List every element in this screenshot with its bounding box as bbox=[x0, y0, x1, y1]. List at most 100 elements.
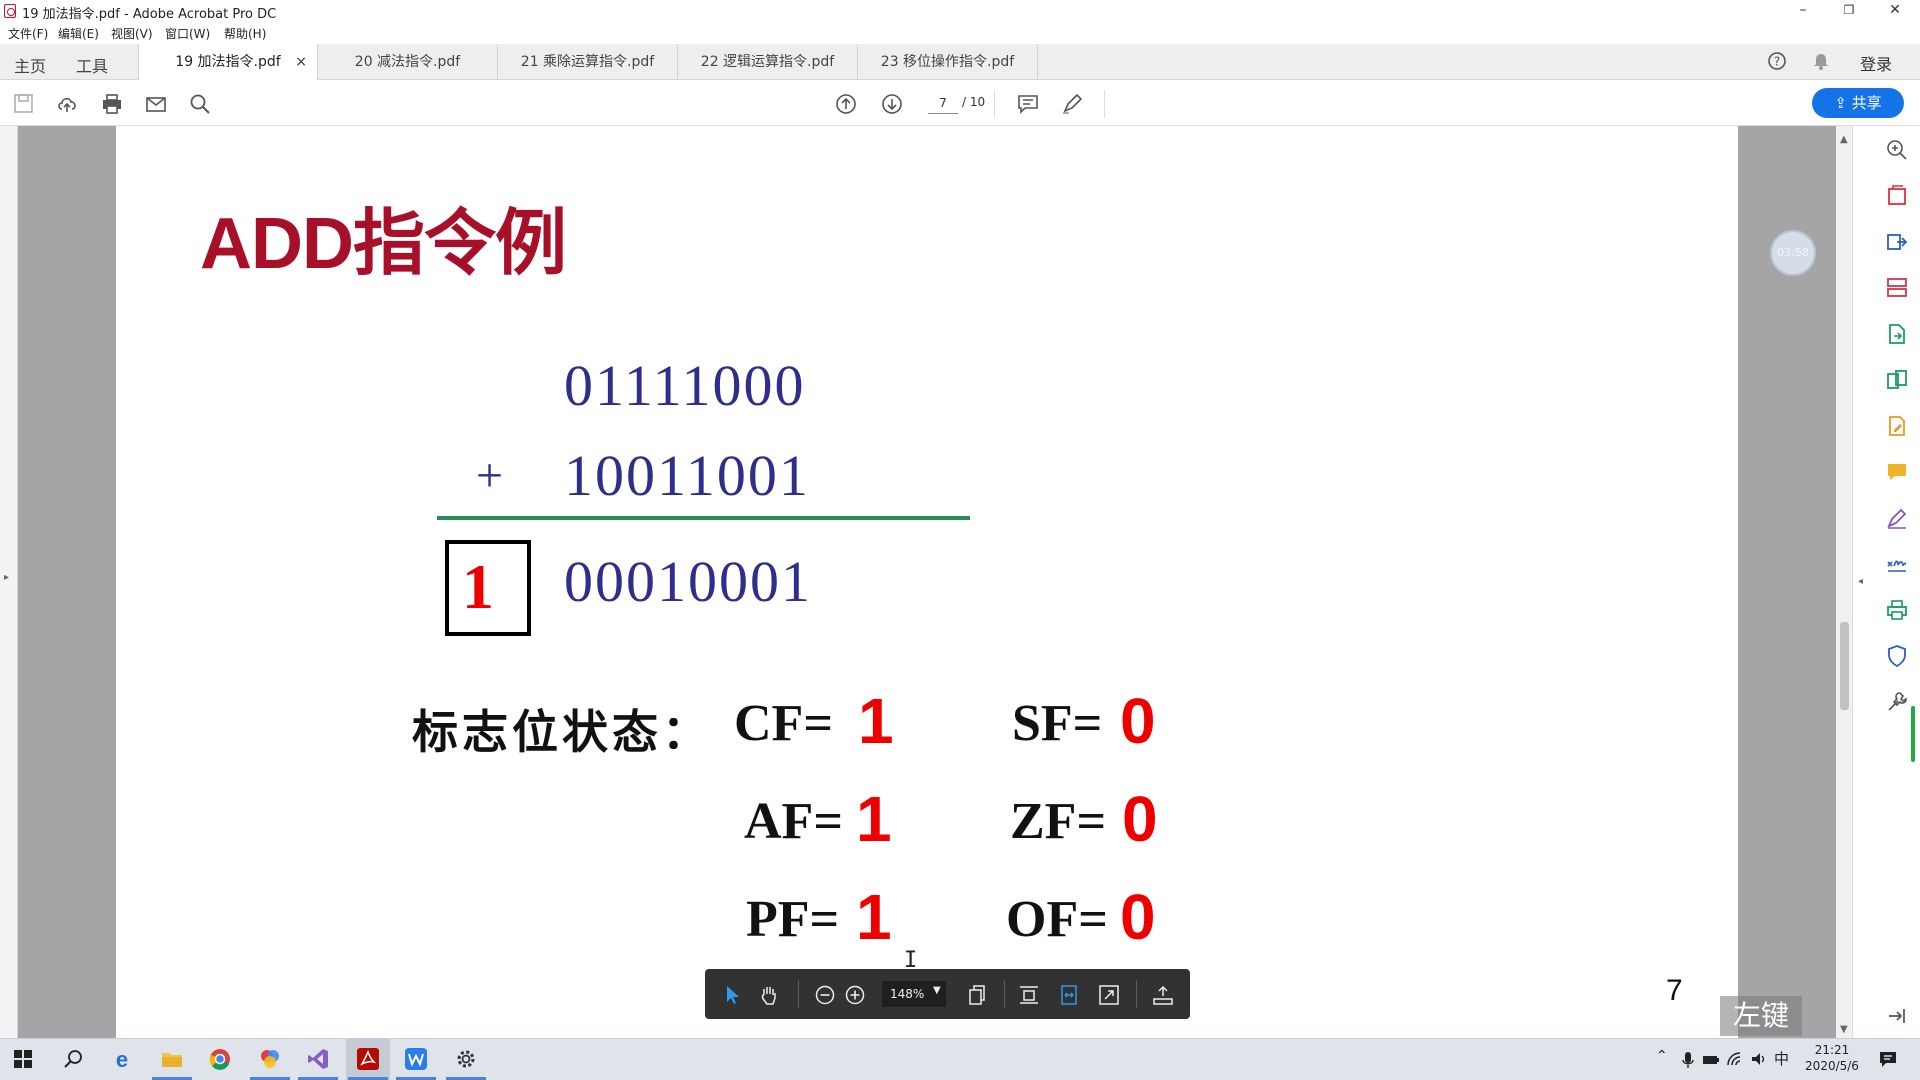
file-explorer-icon[interactable] bbox=[160, 1047, 184, 1071]
svg-text:e: e bbox=[116, 1047, 128, 1071]
fit-width-icon[interactable] bbox=[1058, 984, 1080, 1006]
battery-icon[interactable] bbox=[1702, 1053, 1720, 1067]
tab-doc-23[interactable]: 23 移位操作指令.pdf bbox=[858, 44, 1038, 80]
flag-zf-value: 0 bbox=[1122, 783, 1158, 855]
title-bar: 19 加法指令.pdf - Adobe Acrobat Pro DC – ❐ ✕ bbox=[0, 0, 1920, 22]
print-icon[interactable] bbox=[100, 92, 126, 118]
protect-shield-icon[interactable] bbox=[1885, 644, 1909, 668]
print-production-icon[interactable] bbox=[1885, 598, 1909, 622]
wps-writer-icon[interactable] bbox=[404, 1047, 428, 1071]
menu-edit[interactable]: 编辑(E) bbox=[58, 25, 99, 42]
read-mode-icon[interactable] bbox=[1152, 984, 1174, 1006]
close-window-button[interactable]: ✕ bbox=[1872, 0, 1918, 22]
zoom-tool-icon[interactable] bbox=[1885, 138, 1909, 162]
tab-close-button[interactable]: × bbox=[295, 44, 307, 80]
share-icon: ⇪ bbox=[1834, 94, 1852, 112]
menu-window[interactable]: 窗口(W) bbox=[165, 25, 210, 42]
carry-bit: 1 bbox=[462, 551, 494, 622]
flag-of-name: OF= bbox=[1006, 891, 1108, 948]
wifi-icon[interactable] bbox=[1726, 1051, 1744, 1067]
collapse-right-panel-icon[interactable]: ◂ bbox=[1858, 576, 1863, 587]
left-panel-collapsed[interactable]: ▸ bbox=[0, 126, 18, 1038]
clock-date: 2020/5/6 bbox=[1805, 1059, 1859, 1073]
chrome-browser-icon[interactable] bbox=[208, 1047, 232, 1071]
cloud-upload-icon[interactable] bbox=[56, 92, 82, 118]
restore-button[interactable]: ❐ bbox=[1826, 0, 1872, 22]
scrollbar-thumb[interactable] bbox=[1840, 622, 1849, 710]
scroll-up-arrow-icon[interactable]: ▲ bbox=[1840, 134, 1848, 145]
visual-studio-icon[interactable] bbox=[306, 1047, 330, 1071]
help-icon[interactable]: ? bbox=[1767, 51, 1787, 71]
sum-line bbox=[437, 516, 970, 520]
chevron-down-icon[interactable]: ▼ bbox=[933, 985, 941, 996]
clock-time: 21:21 bbox=[1814, 1043, 1850, 1057]
timer-bubble[interactable]: 03:58 bbox=[1770, 230, 1816, 276]
color-app-icon[interactable] bbox=[258, 1047, 282, 1071]
nav-home[interactable]: 主页 bbox=[14, 53, 46, 77]
menu-file[interactable]: 文件(F) bbox=[8, 25, 48, 42]
sign-icon[interactable] bbox=[1885, 552, 1909, 576]
search-taskbar-icon[interactable] bbox=[62, 1047, 86, 1071]
fill-sign-icon[interactable] bbox=[1885, 506, 1909, 530]
acrobat-taskbar-icon[interactable] bbox=[356, 1047, 380, 1071]
menu-view[interactable]: 视图(V) bbox=[111, 25, 153, 42]
tray-expand-icon[interactable]: ⌃ bbox=[1656, 1048, 1668, 1064]
full-screen-icon[interactable] bbox=[1098, 984, 1120, 1006]
slide-page-number: 7 bbox=[1666, 974, 1683, 1007]
flag-pf-value: 1 bbox=[856, 881, 892, 953]
page-number-input[interactable]: 7 bbox=[928, 92, 958, 114]
minimize-button[interactable]: – bbox=[1780, 0, 1826, 22]
mail-icon[interactable] bbox=[144, 92, 170, 118]
page-up-icon[interactable] bbox=[834, 92, 860, 118]
flag-of-value: 0 bbox=[1120, 881, 1156, 953]
microphone-icon[interactable] bbox=[1680, 1051, 1696, 1069]
collapse-pane-icon[interactable] bbox=[1885, 1004, 1909, 1028]
comment-tool-icon[interactable] bbox=[1885, 460, 1909, 484]
volume-icon[interactable] bbox=[1750, 1051, 1768, 1067]
notification-center-icon[interactable] bbox=[1878, 1049, 1898, 1069]
page-down-icon[interactable] bbox=[880, 92, 906, 118]
slide-title: ADD指令例 bbox=[200, 204, 567, 284]
more-tools-icon[interactable] bbox=[1885, 690, 1909, 714]
zoom-out-icon[interactable] bbox=[814, 984, 836, 1006]
input-method-indicator[interactable]: 中 bbox=[1774, 1048, 1789, 1069]
edit-pdf-icon[interactable] bbox=[1885, 414, 1909, 438]
tab-doc-20[interactable]: 20 减法指令.pdf bbox=[318, 44, 498, 80]
sum-result: 00010001 bbox=[564, 549, 812, 614]
fit-page-icon[interactable] bbox=[1018, 984, 1040, 1006]
vertical-scrollbar[interactable] bbox=[1836, 126, 1852, 1038]
bell-icon[interactable] bbox=[1811, 51, 1831, 71]
settings-gear-icon[interactable] bbox=[454, 1047, 478, 1071]
expand-left-panel-icon[interactable]: ▸ bbox=[4, 572, 9, 583]
scroll-down-arrow-icon[interactable]: ▼ bbox=[1840, 1024, 1848, 1035]
tab-doc-21[interactable]: 21 乘除运算指令.pdf bbox=[498, 44, 678, 80]
nav-tools[interactable]: 工具 bbox=[76, 53, 108, 77]
zoom-in-icon[interactable] bbox=[844, 984, 866, 1006]
toolbar-divider bbox=[798, 980, 799, 1008]
edge-browser-icon[interactable]: e bbox=[110, 1047, 134, 1071]
share-button[interactable]: ⇪ 共享 bbox=[1812, 88, 1904, 118]
toolbar bbox=[0, 80, 1920, 126]
combine-files-icon[interactable] bbox=[1885, 368, 1909, 392]
send-file-icon[interactable] bbox=[1885, 322, 1909, 346]
highlight-pen-icon[interactable] bbox=[1060, 92, 1086, 118]
organize-pages-icon[interactable] bbox=[1885, 276, 1909, 300]
create-pdf-icon[interactable] bbox=[1885, 184, 1909, 208]
tab-doc-22[interactable]: 22 逻辑运算指令.pdf bbox=[678, 44, 858, 80]
page-total: / 10 bbox=[962, 95, 986, 109]
flag-af-name: AF= bbox=[744, 793, 843, 850]
taskbar-clock[interactable]: 21:21 2020/5/6 bbox=[1796, 1042, 1868, 1074]
login-link[interactable]: 登录 bbox=[1860, 51, 1892, 75]
flag-cf-value: 1 bbox=[858, 685, 894, 757]
menu-help[interactable]: 帮助(H) bbox=[224, 25, 266, 42]
search-icon[interactable] bbox=[188, 92, 214, 118]
windows-start-icon[interactable] bbox=[12, 1048, 36, 1072]
export-pdf-icon[interactable] bbox=[1885, 230, 1909, 254]
page-view-icon[interactable] bbox=[966, 984, 988, 1006]
zoom-level-value: 148% bbox=[890, 987, 925, 1001]
select-arrow-icon[interactable] bbox=[722, 984, 744, 1006]
hand-tool-icon[interactable] bbox=[758, 984, 780, 1006]
tab-doc-19[interactable]: 19 加法指令.pdf × bbox=[138, 44, 318, 81]
comment-icon[interactable] bbox=[1016, 92, 1042, 118]
save-icon[interactable] bbox=[12, 92, 38, 118]
